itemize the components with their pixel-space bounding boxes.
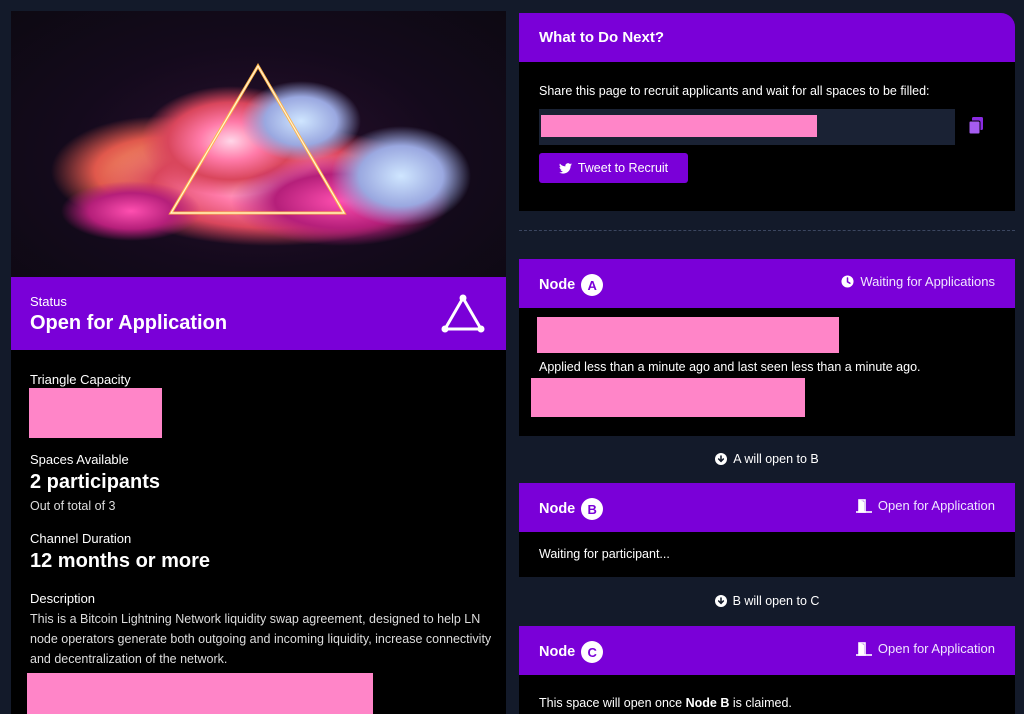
node-c-status-text: Open for Application	[877, 641, 995, 656]
next-steps-title: What to Do Next?	[539, 29, 664, 46]
redacted-node-a-name	[537, 317, 839, 353]
link-a-to-b: A will open to B	[519, 452, 1015, 466]
share-url-field[interactable]	[539, 109, 955, 145]
node-b-header: Node B Open for Application	[519, 483, 1015, 532]
right-column: What to Do Next? Share this page to recr…	[519, 0, 1015, 714]
arrow-down-circle-icon	[715, 453, 728, 465]
section-divider	[519, 230, 1015, 231]
node-b-label: Node	[539, 501, 576, 517]
node-a-label: Node	[539, 277, 576, 293]
node-a-header: Node A Waiting for Applications	[519, 259, 1015, 308]
redacted-capacity	[29, 388, 162, 438]
link-a-to-b-text: A will open to B	[733, 452, 819, 466]
status-label: Status	[30, 294, 67, 309]
node-b-status: Open for Application	[855, 498, 995, 513]
duration-label: Channel Duration	[30, 531, 132, 546]
tweet-to-recruit-button[interactable]: Tweet to Recruit	[539, 153, 688, 183]
link-b-to-c-text: B will open to C	[732, 594, 820, 608]
door-open-icon	[855, 498, 872, 513]
redacted-details	[27, 673, 373, 714]
node-c-activity-pre: This space will open once	[539, 696, 686, 710]
status-bar: Status Open for Application	[11, 277, 506, 350]
next-steps-header: What to Do Next?	[519, 13, 1015, 62]
node-c-activity-post: is claimed.	[729, 696, 792, 710]
node-a-status: Waiting for Applications	[841, 274, 995, 289]
arrow-down-circle-icon	[714, 595, 727, 607]
node-c-title: Node C	[539, 641, 604, 663]
node-b-activity: Waiting for participant...	[539, 547, 670, 561]
node-c-card: This space will open once Node B is clai…	[519, 675, 1015, 714]
clock-icon	[841, 275, 854, 288]
triangle-logo-icon	[441, 294, 485, 333]
node-c-label: Node	[539, 644, 576, 660]
hero-image	[11, 11, 506, 277]
node-c-badge: C	[581, 641, 604, 663]
node-b-card: Waiting for participant...	[519, 532, 1015, 577]
triangle-detail-panel: Status Open for Application Triangle Cap…	[11, 11, 506, 714]
status-value: Open for Application	[30, 312, 228, 334]
share-instructions: Share this page to recruit applicants an…	[539, 84, 930, 98]
spaces-label: Spaces Available	[30, 452, 129, 467]
tweet-button-label: Tweet to Recruit	[577, 161, 669, 175]
description-text: This is a Bitcoin Lightning Network liqu…	[30, 612, 492, 666]
node-a-badge: A	[581, 274, 604, 296]
node-a-activity: Applied less than a minute ago and last …	[539, 360, 921, 374]
node-a-card: Applied less than a minute ago and last …	[519, 308, 1015, 436]
redacted-node-a-details	[531, 378, 805, 417]
node-c-status: Open for Application	[855, 641, 995, 656]
node-c-header: Node C Open for Application	[519, 626, 1015, 675]
twitter-icon	[558, 162, 572, 174]
node-b-status-text: Open for Application	[877, 498, 995, 513]
spaces-total: Out of total of 3	[30, 499, 116, 513]
node-c-activity: This space will open once Node B is clai…	[539, 696, 792, 710]
door-open-icon	[855, 641, 872, 656]
node-b-title: Node B	[539, 498, 604, 520]
node-b-badge: B	[581, 498, 604, 520]
node-a-title: Node A	[539, 274, 604, 296]
duration-value: 12 months or more	[30, 550, 211, 572]
copy-icon[interactable]	[968, 117, 984, 135]
description-label: Description	[30, 591, 96, 606]
node-a-status-text: Waiting for Applications	[860, 274, 995, 289]
capacity-label: Triangle Capacity	[30, 372, 131, 387]
next-steps-card: Share this page to recruit applicants an…	[519, 62, 1015, 211]
node-c-activity-node: Node B	[685, 696, 730, 710]
spaces-value: 2 participants	[30, 471, 161, 493]
redacted-share-url	[541, 115, 817, 137]
link-b-to-c: B will open to C	[519, 594, 1015, 608]
